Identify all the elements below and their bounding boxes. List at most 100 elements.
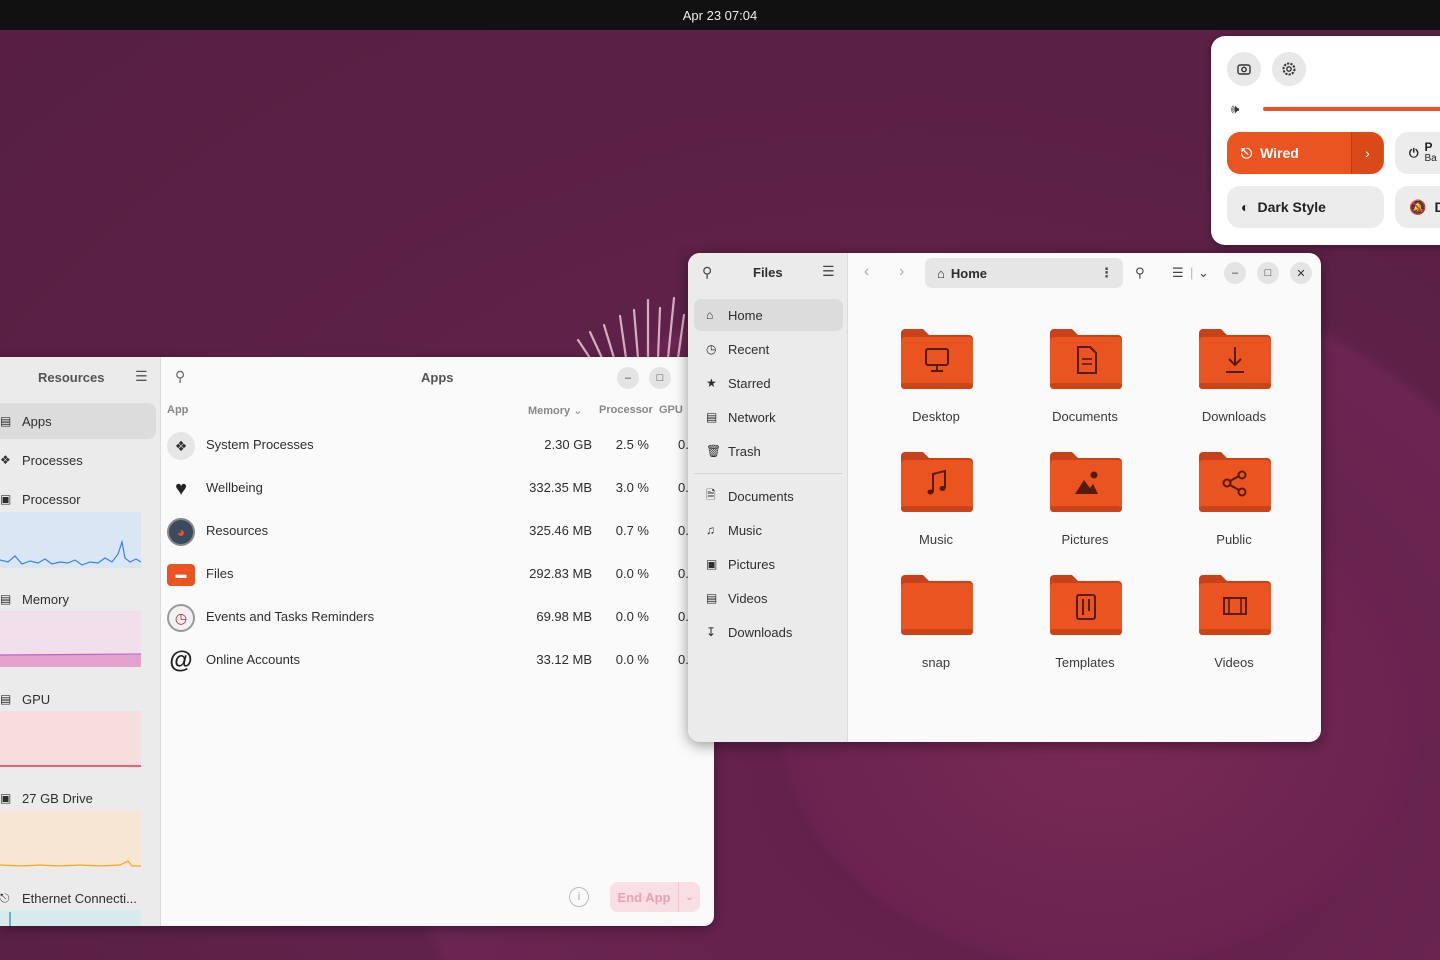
sidebar-item-trash[interactable]: 🗑 Trash [694, 435, 843, 467]
sidebar-item-home[interactable]: ⌂ Home [694, 299, 843, 331]
search-icon[interactable]: ⚲ [175, 368, 185, 385]
star-icon: ★ [706, 376, 717, 390]
sidebar-item-pictures[interactable]: ▣ Pictures [694, 548, 843, 580]
settings-button[interactable] [1272, 52, 1306, 86]
folder-item[interactable]: Documents [1025, 325, 1145, 435]
table-row[interactable]: @ Online Accounts 33.12 MB 0.0 % 0. [161, 640, 714, 682]
bell-off-icon: 🔕 [1409, 198, 1427, 215]
maximize-button[interactable]: □ [1257, 262, 1279, 284]
sidebar-item-label: Memory [22, 591, 69, 607]
sidebar-item-recent[interactable]: ◷ Recent [694, 333, 843, 365]
back-button[interactable]: ‹ [864, 263, 869, 281]
at-sign-icon: @ [169, 647, 193, 674]
cpu-icon: ▣ [0, 492, 12, 506]
processor-graph[interactable] [0, 512, 141, 568]
folder-item[interactable]: Templates [1025, 571, 1145, 681]
template-icon [1050, 575, 1122, 635]
folder-label: snap [921, 655, 951, 670]
folder-item[interactable]: Music [876, 448, 996, 558]
files-main: ‹ › ⌂ Home ⋮ ⚲ ☰ | ⌄ – □ ✕ Desktop Docume… [849, 253, 1321, 742]
folder-item[interactable]: Downloads [1174, 325, 1294, 435]
folder-item[interactable]: snap [876, 571, 996, 681]
sidebar-item-label: Processes [22, 452, 83, 468]
network-icon: ▤ [706, 410, 718, 424]
sidebar-item-downloads[interactable]: ↧ Downloads [694, 616, 843, 648]
menu-icon[interactable]: ☰ [135, 368, 148, 385]
picture-icon [1050, 452, 1122, 512]
app-processor: 0.0 % [615, 566, 649, 581]
sidebar-item-videos[interactable]: ▤ Videos [694, 582, 843, 614]
app-memory: 33.12 MB [536, 652, 592, 667]
column-header-processor[interactable]: Processor [599, 404, 653, 416]
sidebar-item-starred[interactable]: ★ Starred [694, 367, 843, 399]
sidebar-item-label: Starred [728, 375, 771, 391]
forward-button[interactable]: › [899, 263, 904, 281]
menu-icon[interactable]: ☰ [822, 263, 835, 280]
memory-graph[interactable] [0, 611, 141, 667]
app-processor: 0.0 % [615, 609, 649, 624]
clock[interactable]: Apr 23 07:04 [683, 8, 757, 23]
sidebar-item-label: Apps [22, 413, 52, 429]
close-button[interactable]: ✕ [1290, 262, 1312, 284]
clock-icon: ◷ [706, 342, 717, 356]
dnd-label: D [1434, 199, 1440, 215]
table-row[interactable]: ◕ Resources 325.46 MB 0.7 % 0. [161, 511, 714, 553]
app-gpu: 0. [678, 523, 688, 538]
ethernet-graph[interactable] [0, 910, 141, 926]
drive-icon: ▣ [0, 791, 12, 805]
app-processor: 2.5 % [615, 437, 649, 452]
search-folder-icon[interactable]: ⚲ [1135, 265, 1145, 281]
sidebar-item-label: Home [728, 307, 763, 323]
end-app-label: End App [617, 889, 671, 905]
column-header-gpu[interactable]: GPU [659, 404, 683, 416]
maximize-button[interactable]: □ [649, 367, 671, 389]
view-options-chevron-down-icon[interactable]: ⌄ [1198, 265, 1209, 281]
chevron-down-icon[interactable]: ⌄ [678, 882, 700, 912]
folder-label: Videos [1214, 655, 1254, 670]
sidebar-item-documents[interactable]: 🗎 Documents [694, 480, 843, 512]
list-view-icon[interactable]: ☰ [1172, 265, 1184, 281]
sidebar-item-processes[interactable]: ❖ Processes [0, 442, 156, 478]
monitor-icon [901, 329, 973, 389]
sidebar-item-network[interactable]: ▤ Network [694, 401, 843, 433]
sidebar-item-apps[interactable]: ▤ Apps [0, 403, 156, 439]
folder-item[interactable]: Public [1174, 448, 1294, 558]
home-icon: ⌂ [937, 265, 945, 281]
gpu-graph[interactable] [0, 711, 141, 767]
quick-settings-panel: 🕪 ⎋ Wired › ⏻ P Ba ◐ Dark Style 🔕 D [1211, 36, 1440, 245]
power-sublabel: Ba [1424, 153, 1437, 164]
folder-label: Downloads [1201, 409, 1267, 424]
screenshot-button[interactable] [1227, 52, 1261, 86]
table-row[interactable]: ❖ System Processes 2.30 GB 2.5 % 0. [161, 425, 714, 467]
search-icon[interactable]: ⚲ [702, 264, 712, 281]
app-processor: 0.7 % [615, 523, 649, 538]
app-name: Wellbeing [206, 480, 263, 495]
app-memory: 325.46 MB [529, 523, 592, 538]
path-menu-icon[interactable]: ⋮ [1100, 265, 1113, 281]
path-bar[interactable]: ⌂ Home ⋮ [925, 258, 1123, 288]
table-row[interactable]: ♥ Wellbeing 332.35 MB 3.0 % 0. [161, 468, 714, 510]
folder-item[interactable]: Desktop [876, 325, 996, 435]
minimize-button[interactable]: – [1224, 262, 1246, 284]
table-row[interactable]: ◷ Events and Tasks Reminders 69.98 MB 0.… [161, 597, 714, 639]
power-mode-toggle[interactable]: ⏻ P Ba [1395, 132, 1440, 174]
folder-item[interactable]: Pictures [1025, 448, 1145, 558]
drive-graph[interactable] [0, 811, 141, 867]
app-name: Files [206, 566, 234, 581]
column-header-app[interactable]: App [167, 404, 188, 416]
volume-slider[interactable] [1263, 107, 1440, 111]
column-header-memory[interactable]: Memory ⌄ [528, 404, 582, 417]
wired-menu-button[interactable]: › [1351, 132, 1383, 174]
sidebar-item-music[interactable]: ♫ Music [694, 514, 843, 546]
app-gpu: 0. [678, 609, 688, 624]
dark-style-toggle[interactable]: ◐ Dark Style [1227, 186, 1384, 228]
end-app-button[interactable]: End App ⌄ [610, 882, 700, 912]
wired-toggle[interactable]: ⎋ Wired › [1227, 132, 1384, 174]
folder-icon [901, 575, 973, 635]
info-button[interactable]: i [569, 887, 589, 907]
table-row[interactable]: ▬ Files 292.83 MB 0.0 % 0. [161, 554, 714, 596]
do-not-disturb-toggle[interactable]: 🔕 D [1395, 186, 1440, 228]
folder-item[interactable]: Videos [1174, 571, 1294, 681]
resources-window: Resources ☰ ▤ Apps ❖ Processes ▣ Process… [0, 357, 714, 926]
minimize-button[interactable]: – [617, 367, 639, 389]
